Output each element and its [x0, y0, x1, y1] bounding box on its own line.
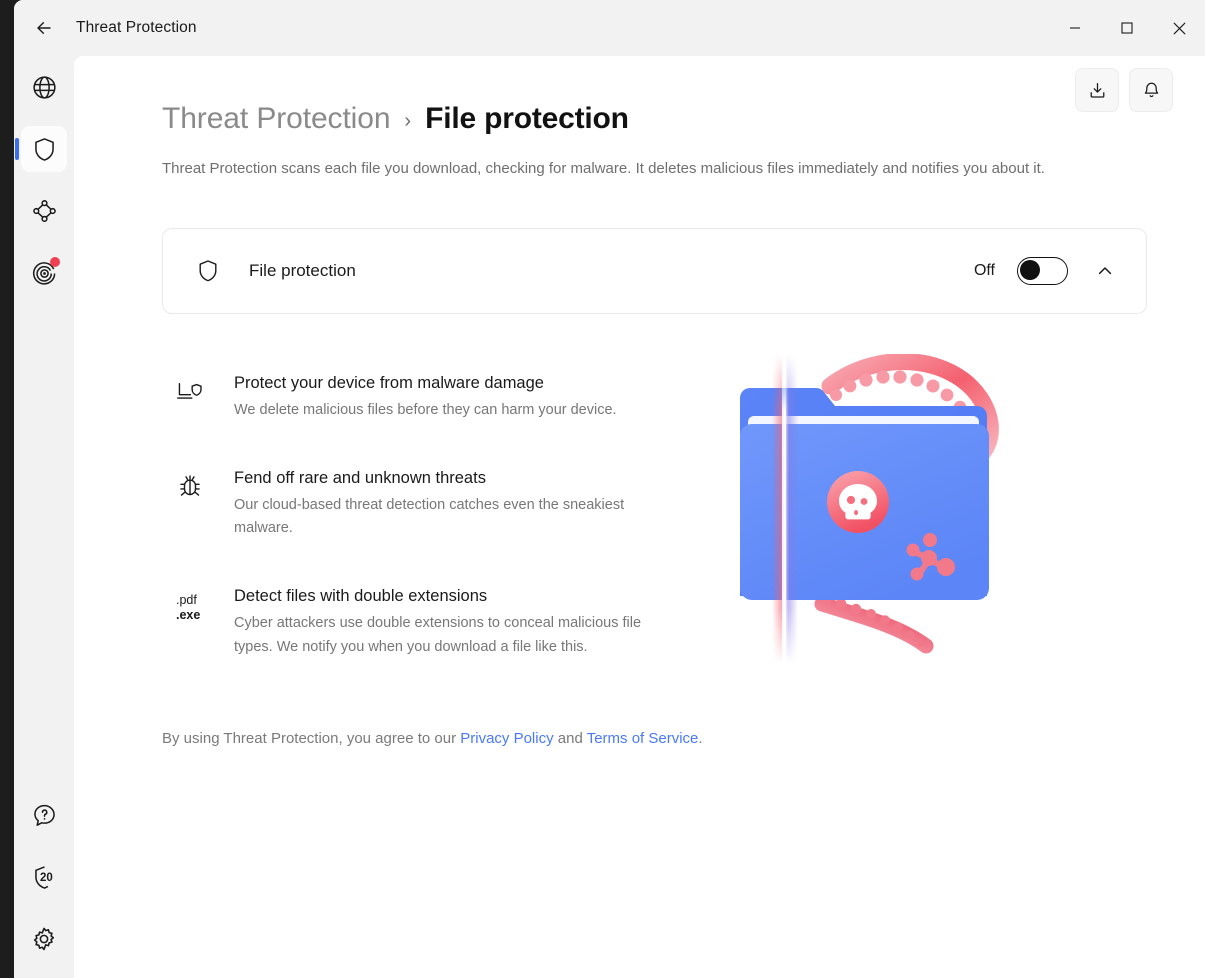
sidebar-item-threat-protection[interactable]	[14, 118, 74, 180]
feature-text: Fend off rare and unknown threats Our cl…	[220, 467, 664, 541]
sidebar-item-protection-score[interactable]: 20	[14, 846, 74, 908]
sidebar-rail: 20	[14, 56, 74, 978]
close-button[interactable]	[1153, 0, 1205, 56]
infected-folder-illustration	[730, 353, 1060, 664]
sidebar-item-meshnet[interactable]	[14, 180, 74, 242]
breadcrumb-parent[interactable]: Threat Protection	[162, 102, 391, 136]
feature-text: Protect your device from malware damage …	[220, 372, 617, 423]
feature-icon-wrap	[176, 467, 220, 541]
maximize-button[interactable]	[1101, 0, 1153, 56]
breadcrumb: Threat Protection › File protection	[162, 102, 1162, 136]
sidebar-icon-box	[21, 250, 67, 296]
bug-icon	[180, 474, 200, 496]
illustration-svg	[740, 353, 999, 664]
help-icon	[33, 804, 55, 826]
legal-suffix: .	[698, 729, 703, 747]
feature-title: Fend off rare and unknown threats	[234, 468, 486, 487]
sidebar-icon-box	[21, 916, 67, 962]
page-title: File protection	[425, 102, 629, 135]
file-protection-card: File protection Off	[162, 227, 1147, 314]
legal-notice: By using Threat Protection, you agree to…	[162, 730, 1162, 747]
extension-line-1: .pdf	[176, 592, 197, 607]
legal-prefix: By using Threat Protection, you agree to…	[162, 729, 461, 747]
maximize-icon	[1121, 22, 1133, 34]
sidebar-icon-box	[21, 188, 67, 234]
sidebar-icon-box	[21, 64, 67, 110]
sidebar-item-vpn[interactable]	[14, 56, 74, 118]
toggle-state-label: Off	[973, 261, 995, 279]
feature-item: Fend off rare and unknown threats Our cl…	[176, 467, 702, 541]
feature-description: We delete malicious files before they ca…	[234, 402, 617, 419]
feature-item: .pdf .exe Detect files with double exten…	[176, 585, 702, 659]
skull-badge	[827, 470, 889, 533]
feature-title: Detect files with double extensions	[234, 586, 488, 605]
sidebar-item-dark-web-monitor[interactable]	[14, 242, 74, 304]
page-description: Threat Protection scans each file you do…	[162, 160, 1045, 177]
feature-description: Our cloud-based threat detection catches…	[234, 496, 625, 537]
content-panel: Threat Protection › File protection Thre…	[74, 56, 1205, 978]
card-controls: Off	[974, 256, 1120, 286]
sidebar-bottom-group: 20	[14, 784, 74, 970]
extension-line-2: .exe	[176, 608, 201, 623]
features-and-art: Protect your device from malware damage …	[162, 353, 1162, 664]
feature-description: Cyber attackers use double extensions to…	[234, 615, 642, 655]
scan-beam	[772, 353, 798, 664]
collapse-button[interactable]	[1090, 256, 1120, 286]
sidebar-top-group	[14, 56, 74, 304]
card-icon-wrap	[195, 258, 225, 284]
card-label: File protection	[249, 260, 356, 280]
toggle-knob	[1020, 259, 1040, 280]
shield-icon	[34, 137, 54, 161]
file-extension-icon: .pdf .exe	[176, 591, 200, 659]
feature-item: Protect your device from malware damage …	[176, 372, 702, 423]
feature-title: Protect your device from malware damage	[234, 373, 544, 392]
back-button[interactable]	[23, 7, 65, 49]
sidebar-icon-box	[21, 792, 67, 838]
chevron-right-icon: ›	[404, 109, 412, 132]
title-bar: Threat Protection	[14, 0, 1205, 56]
file-protection-toggle[interactable]	[1017, 256, 1068, 285]
sidebar-icon-box	[21, 126, 67, 172]
privacy-policy-link[interactable]: Privacy Policy	[460, 730, 553, 747]
gear-icon	[33, 927, 55, 951]
arrow-left-icon	[37, 22, 51, 34]
minimize-icon	[1070, 27, 1080, 29]
tentacle-icon	[814, 593, 934, 654]
app-root: Threat Protection 20 Threat Protection ›…	[0, 0, 1205, 978]
close-icon	[1173, 22, 1185, 34]
page-body: Threat Protection › File protection Thre…	[162, 56, 1162, 747]
protection-score-count: 20	[40, 872, 53, 884]
sidebar-item-settings[interactable]	[14, 908, 74, 970]
device-shield-icon	[177, 382, 202, 399]
shield-icon	[199, 260, 217, 282]
chevron-up-icon	[1098, 267, 1112, 274]
sidebar-item-help[interactable]	[14, 784, 74, 846]
feature-icon-wrap: .pdf .exe	[176, 585, 220, 659]
legal-middle: and	[553, 729, 587, 747]
notification-badge	[50, 257, 60, 267]
window-title: Threat Protection	[76, 19, 197, 36]
feature-icon-wrap	[176, 372, 220, 423]
feature-text: Detect files with double extensions Cybe…	[220, 585, 664, 659]
feature-list: Protect your device from malware damage …	[162, 372, 702, 659]
minimize-button[interactable]	[1049, 0, 1101, 56]
application-window: Threat Protection 20 Threat Protection ›…	[14, 0, 1205, 978]
mesh-network-icon	[32, 199, 56, 222]
globe-icon	[32, 75, 56, 99]
window-controls	[1049, 0, 1205, 56]
terms-of-service-link[interactable]: Terms of Service	[587, 730, 699, 747]
